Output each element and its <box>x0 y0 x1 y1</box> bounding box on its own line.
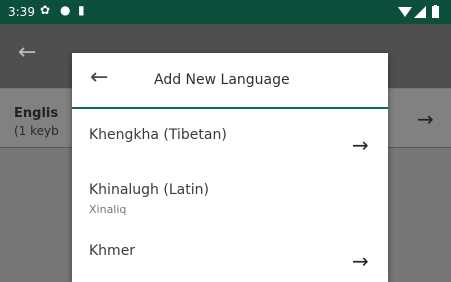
language-list-item[interactable]: Khmer → <box>72 225 388 282</box>
battery-icon <box>432 5 439 18</box>
language-name: Khengkha (Tibetan) <box>89 127 227 143</box>
status-time: 3:39 <box>8 5 35 19</box>
language-name: Khinalugh (Latin) <box>89 182 209 198</box>
dialog-title: Add New Language <box>154 72 290 88</box>
language-list-item[interactable]: Khinalugh (Latin) Xinaliq <box>72 167 388 225</box>
installed-language-keyboards: (1 keyb <box>14 124 59 138</box>
signal-icon <box>414 6 426 18</box>
dialog-back-arrow-icon[interactable]: ← <box>90 65 108 90</box>
back-arrow-icon[interactable]: ← <box>18 40 36 65</box>
language-list-item[interactable]: Khengkha (Tibetan) → <box>72 109 388 167</box>
language-region: Xinaliq <box>89 203 127 216</box>
status-bar: 3:39 ✿ ● ▮ <box>0 0 451 24</box>
forward-arrow-icon[interactable]: → <box>417 107 434 131</box>
add-language-dialog: ← Add New Language Khengkha (Tibetan) → … <box>72 53 388 282</box>
forward-arrow-icon[interactable]: → <box>352 249 369 273</box>
language-name: Khmer <box>89 243 136 259</box>
location-icon: ● <box>60 3 71 17</box>
forward-arrow-icon[interactable]: → <box>352 133 369 157</box>
dialog-header: ← Add New Language <box>72 53 388 109</box>
sdcard-icon: ▮ <box>78 3 85 17</box>
settings-icon: ✿ <box>40 3 51 17</box>
wifi-icon <box>398 7 412 17</box>
installed-language-name: Englis <box>14 106 59 121</box>
